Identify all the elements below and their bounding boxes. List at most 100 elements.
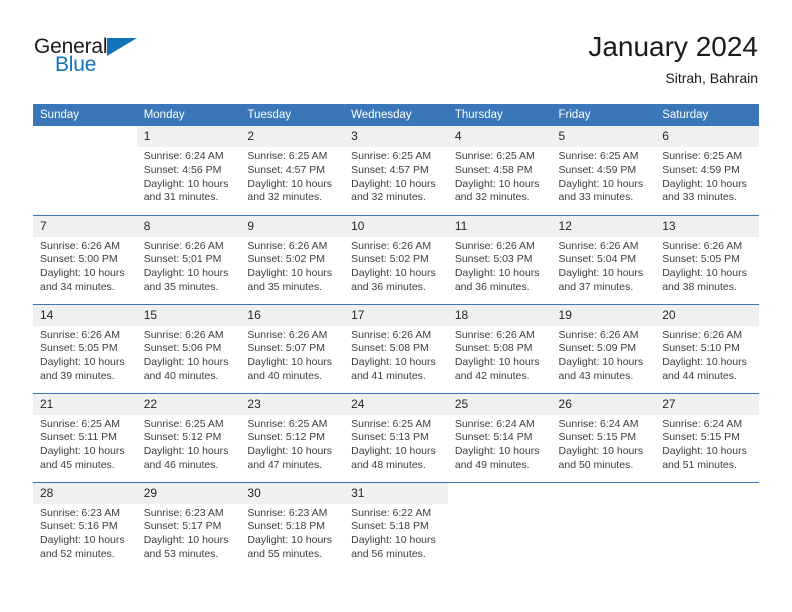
day-sun-info: Sunrise: 6:23 AM Sunset: 5:18 PM Daylight:… xyxy=(240,504,344,562)
calendar-day-cell[interactable]: 19 Sunrise: 6:26 AM Sunset: 5:09 PM Dayligh… xyxy=(551,303,656,393)
day-number: 28 xyxy=(33,482,137,504)
calendar-day-cell[interactable]: 1 Sunrise: 6:24 AM Sunset: 4:56 PM Daylight… xyxy=(136,126,241,215)
sunset-time: Sunset: 5:17 PM xyxy=(143,520,222,533)
daylight-duration-line1: Daylight: 10 hours xyxy=(40,445,125,458)
sunrise-time: Sunrise: 6:24 AM xyxy=(454,417,535,430)
calendar-day-cell[interactable]: 18 Sunrise: 6:26 AM Sunset: 5:08 PM Dayligh… xyxy=(447,303,552,393)
calendar-day-cell[interactable]: 23 Sunrise: 6:25 AM Sunset: 5:12 PM Dayligh… xyxy=(240,392,345,482)
calendar-day-cell[interactable]: 2 Sunrise: 6:25 AM Sunset: 4:57 PM Daylight… xyxy=(240,126,345,215)
calendar-day-cell[interactable]: 10 Sunrise: 6:26 AM Sunset: 5:02 PM Dayligh… xyxy=(344,214,448,304)
sunset-time: Sunset: 4:58 PM xyxy=(454,163,533,176)
sunset-time: Sunset: 5:02 PM xyxy=(247,253,326,266)
calendar-day-cell[interactable]: 6 Sunrise: 6:25 AM Sunset: 4:59 PM Daylight… xyxy=(655,126,759,215)
sunrise-time: Sunrise: 6:25 AM xyxy=(247,417,328,430)
sunset-time: Sunset: 5:09 PM xyxy=(558,342,637,355)
sunset-time: Sunset: 5:12 PM xyxy=(143,431,222,444)
calendar-day-cell[interactable]: 13 Sunrise: 6:26 AM Sunset: 5:05 PM Dayligh… xyxy=(655,214,759,304)
day-number: 24 xyxy=(344,393,448,415)
daylight-duration-line2: and 56 minutes. xyxy=(351,547,426,560)
day-sun-info: Sunrise: 6:25 AM Sunset: 4:58 PM Daylight:… xyxy=(448,147,552,205)
calendar-day-cell[interactable]: 14 Sunrise: 6:26 AM Sunset: 5:05 PM Dayligh… xyxy=(33,303,137,393)
sunset-time: Sunset: 5:13 PM xyxy=(351,431,429,444)
daylight-duration-line1: Daylight: 10 hours xyxy=(662,267,747,280)
calendar-day-cell[interactable]: 20 Sunrise: 6:26 AM Sunset: 5:10 PM Dayligh… xyxy=(655,303,759,393)
day-number: 2 xyxy=(240,126,345,147)
daylight-duration-line1: Daylight: 10 hours xyxy=(247,534,333,547)
sunset-time: Sunset: 5:15 PM xyxy=(558,431,637,444)
calendar-day-cell[interactable]: 17 Sunrise: 6:26 AM Sunset: 5:08 PM Dayligh… xyxy=(344,303,448,393)
daylight-duration-line2: and 42 minutes. xyxy=(454,369,530,382)
day-sun-info: Sunrise: 6:25 AM Sunset: 4:59 PM Daylight:… xyxy=(655,147,759,205)
sunrise-time: Sunrise: 6:26 AM xyxy=(454,328,535,341)
sunset-time: Sunset: 5:08 PM xyxy=(351,342,429,355)
calendar-day-cell[interactable]: 4 Sunrise: 6:25 AM Sunset: 4:58 PM Daylight… xyxy=(447,126,552,215)
sunset-time: Sunset: 5:12 PM xyxy=(247,431,326,444)
day-number: 27 xyxy=(655,393,759,415)
daylight-duration-line1: Daylight: 10 hours xyxy=(143,356,229,369)
sunset-time: Sunset: 4:59 PM xyxy=(662,163,740,176)
calendar-week-row: 1 Sunrise: 6:24 AM Sunset: 4:56 PM Daylight… xyxy=(33,126,759,215)
sunset-time: Sunset: 5:03 PM xyxy=(454,253,533,266)
sunrise-time: Sunrise: 6:26 AM xyxy=(247,328,328,341)
daylight-duration-line2: and 34 minutes. xyxy=(40,280,115,293)
calendar-day-cell[interactable]: 21 Sunrise: 6:25 AM Sunset: 5:11 PM Dayligh… xyxy=(33,392,137,482)
calendar-day-cell[interactable]: 8 Sunrise: 6:26 AM Sunset: 5:01 PM Daylight… xyxy=(136,214,241,304)
calendar-day-cell[interactable]: 25 Sunrise: 6:24 AM Sunset: 5:14 PM Dayligh… xyxy=(447,392,552,482)
calendar-page: General Blue January 2024 Sitrah, Bahrai… xyxy=(0,0,792,612)
day-number: 25 xyxy=(447,393,552,415)
sunrise-time: Sunrise: 6:22 AM xyxy=(351,506,432,519)
calendar-day-cell[interactable]: 27 Sunrise: 6:24 AM Sunset: 5:15 PM Dayligh… xyxy=(655,392,759,482)
weekday-header-tuesday: Tuesday xyxy=(240,104,345,126)
daylight-duration-line2: and 55 minutes. xyxy=(247,547,323,560)
calendar-day-cell[interactable]: 12 Sunrise: 6:26 AM Sunset: 5:04 PM Dayligh… xyxy=(551,214,656,304)
calendar-day-cell[interactable]: 11 Sunrise: 6:26 AM Sunset: 5:03 PM Dayligh… xyxy=(447,214,552,304)
daylight-duration-line1: Daylight: 10 hours xyxy=(143,267,229,280)
day-sun-info: Sunrise: 6:25 AM Sunset: 4:57 PM Daylight:… xyxy=(344,147,448,205)
calendar-day-cell[interactable]: 30 Sunrise: 6:23 AM Sunset: 5:18 PM Dayligh… xyxy=(240,481,345,571)
daylight-duration-line1: Daylight: 10 hours xyxy=(558,445,644,458)
calendar-day-cell[interactable]: 28 Sunrise: 6:23 AM Sunset: 5:16 PM Dayligh… xyxy=(33,481,137,571)
calendar-day-cell[interactable]: 31 Sunrise: 6:22 AM Sunset: 5:18 PM Dayligh… xyxy=(344,481,448,571)
calendar-day-cell[interactable]: 3 Sunrise: 6:25 AM Sunset: 4:57 PM Daylight… xyxy=(344,126,448,215)
daylight-duration-line2: and 47 minutes. xyxy=(247,458,323,471)
daylight-duration-line2: and 45 minutes. xyxy=(40,458,115,471)
day-number xyxy=(655,482,759,504)
calendar-day-cell[interactable]: 5 Sunrise: 6:25 AM Sunset: 4:59 PM Daylight… xyxy=(551,126,656,215)
day-number: 6 xyxy=(655,126,759,147)
sunrise-time: Sunrise: 6:25 AM xyxy=(247,150,328,162)
sunrise-time: Sunrise: 6:25 AM xyxy=(662,150,743,162)
daylight-duration-line2: and 33 minutes. xyxy=(558,191,634,204)
calendar-day-cell[interactable]: 24 Sunrise: 6:25 AM Sunset: 5:13 PM Dayligh… xyxy=(344,392,448,482)
sunrise-time: Sunrise: 6:23 AM xyxy=(40,506,120,519)
day-sun-info: Sunrise: 6:24 AM Sunset: 5:15 PM Daylight:… xyxy=(552,415,656,473)
sunset-time: Sunset: 4:57 PM xyxy=(247,163,326,176)
calendar-day-cell[interactable]: 16 Sunrise: 6:26 AM Sunset: 5:07 PM Dayligh… xyxy=(240,303,345,393)
day-number: 11 xyxy=(447,215,552,237)
day-number: 5 xyxy=(551,126,656,147)
sunset-time: Sunset: 5:01 PM xyxy=(143,253,222,266)
calendar-day-cell[interactable]: 22 Sunrise: 6:25 AM Sunset: 5:12 PM Dayligh… xyxy=(136,392,241,482)
sunrise-time: Sunrise: 6:25 AM xyxy=(40,417,120,430)
sunrise-time: Sunrise: 6:25 AM xyxy=(143,417,224,430)
day-number xyxy=(551,482,656,504)
daylight-duration-line1: Daylight: 10 hours xyxy=(143,445,229,458)
sunset-time: Sunset: 5:08 PM xyxy=(454,342,533,355)
daylight-duration-line2: and 36 minutes. xyxy=(351,280,426,293)
weekday-header-sunday: Sunday xyxy=(33,104,137,126)
calendar-day-cell[interactable]: 15 Sunrise: 6:26 AM Sunset: 5:06 PM Dayligh… xyxy=(136,303,241,393)
day-number: 29 xyxy=(136,482,241,504)
sunrise-time: Sunrise: 6:26 AM xyxy=(351,328,432,341)
daylight-duration-line1: Daylight: 10 hours xyxy=(143,534,229,547)
daylight-duration-line1: Daylight: 10 hours xyxy=(454,267,540,280)
brand-logo[interactable]: General Blue xyxy=(34,36,214,84)
daylight-duration-line1: Daylight: 10 hours xyxy=(247,177,333,190)
sunrise-time: Sunrise: 6:26 AM xyxy=(558,239,639,252)
daylight-duration-line2: and 48 minutes. xyxy=(351,458,426,471)
daylight-duration-line1: Daylight: 10 hours xyxy=(40,356,125,369)
calendar-day-cell[interactable]: 9 Sunrise: 6:26 AM Sunset: 5:02 PM Daylight… xyxy=(240,214,345,304)
daylight-duration-line2: and 37 minutes. xyxy=(558,280,634,293)
calendar-day-cell[interactable]: 7 Sunrise: 6:26 AM Sunset: 5:00 PM Daylight… xyxy=(33,214,137,304)
calendar-day-cell[interactable]: 29 Sunrise: 6:23 AM Sunset: 5:17 PM Dayligh… xyxy=(136,481,241,571)
calendar-day-cell[interactable]: 26 Sunrise: 6:24 AM Sunset: 5:15 PM Dayligh… xyxy=(551,392,656,482)
daylight-duration-line2: and 51 minutes. xyxy=(662,458,737,471)
